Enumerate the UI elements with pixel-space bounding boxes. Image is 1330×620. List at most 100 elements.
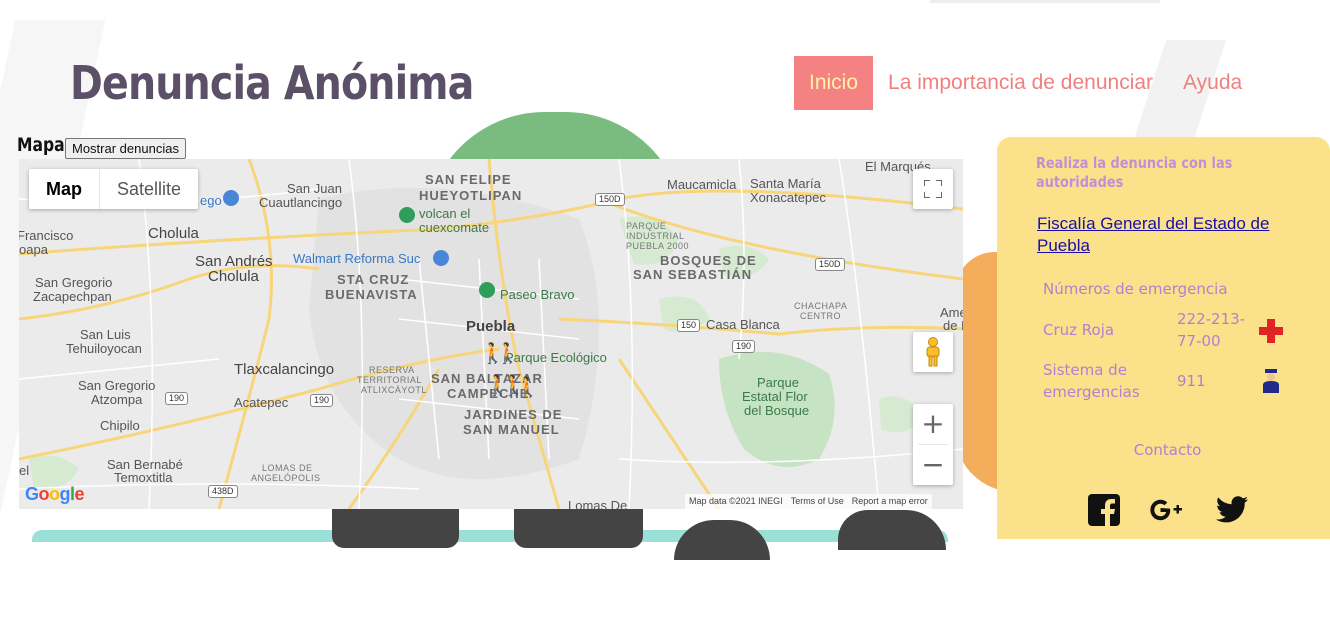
report-marker-icon[interactable]: 🚶 <box>515 377 540 397</box>
emergency-numbers-title: Números de emergencia <box>1043 280 1228 298</box>
map-label: Casa Blanca <box>706 317 780 332</box>
nav-inicio[interactable]: Inicio <box>794 56 874 110</box>
map-label: del Bosque <box>744 403 810 418</box>
road-shield: 190 <box>732 340 756 353</box>
map-label: San Gregorio <box>78 378 156 393</box>
map-label: Maucamicla <box>667 177 737 192</box>
map-label: Atzompa <box>91 392 143 407</box>
map-label: San Andrés <box>195 253 273 270</box>
map-label: PUEBLA 2000 <box>626 241 690 251</box>
map-label: ego <box>200 193 222 208</box>
main-nav: Inicio La importancia de denunciar Ayuda <box>794 56 1257 110</box>
map-label: CENTRO <box>800 311 841 321</box>
zoom-out-button[interactable]: − <box>913 445 953 485</box>
map-label: San Luis <box>80 327 131 342</box>
fullscreen-icon <box>924 180 942 198</box>
road-shield: 190 <box>165 392 189 405</box>
fullscreen-button[interactable] <box>913 169 953 209</box>
map-label: Francisco <box>19 228 74 243</box>
map-label: Tlaxcalancingo <box>234 361 335 378</box>
facebook-link[interactable] <box>1087 493 1121 527</box>
street-view-button[interactable] <box>913 332 953 372</box>
road-shield: 150 <box>677 319 701 332</box>
map-label: Puebla <box>466 318 516 335</box>
map-label: cuexcomate <box>419 220 490 235</box>
pegman-icon <box>926 337 940 367</box>
decorative-dark-shape <box>838 510 946 550</box>
decorative-dark-shape <box>332 508 459 548</box>
map-label: Estatal Flor <box>742 389 808 404</box>
map-type-satellite-button[interactable]: Satellite <box>100 169 198 209</box>
map-label: Cholula <box>208 268 259 285</box>
terms-link[interactable]: Terms of Use <box>787 494 848 509</box>
map-label: STA CRUZ <box>337 272 410 287</box>
emergency-number: 911 <box>1177 372 1206 390</box>
map-label: San Gregorio <box>35 275 113 290</box>
map-label: HUEYOTLIPAN <box>419 188 523 203</box>
fiscalia-link[interactable]: Fiscalía General del Estado de Puebla <box>1037 213 1287 257</box>
twitter-icon <box>1216 496 1248 523</box>
google-logo: Google <box>25 484 85 504</box>
report-error-link[interactable]: Report a map error <box>848 494 932 509</box>
map-label: oapa <box>19 242 48 257</box>
emergency-number: 222-213-77-00 <box>1177 310 1246 350</box>
map-label: BUENAVISTA <box>325 287 418 302</box>
authorities-panel: Realiza la denuncia con las autoridades … <box>997 137 1330 539</box>
park-pin-icon <box>479 282 495 298</box>
map[interactable]: SAN FELIPE HUEYOTLIPAN Maucamicla Santa … <box>19 159 963 509</box>
nav-importancia[interactable]: La importancia de denunciar <box>873 56 1168 110</box>
decorative-teal-strip <box>32 530 948 542</box>
park-pin-icon <box>399 207 415 223</box>
map-label: SAN SEBASTIÁN <box>633 267 753 282</box>
decorative-dark-shape <box>674 520 770 560</box>
map-label: Paseo Bravo <box>500 287 575 302</box>
facebook-icon <box>1088 494 1120 526</box>
red-cross-icon <box>1259 319 1283 343</box>
site-title: Denuncia Anónima <box>70 56 474 110</box>
map-data-text: Map data ©2021 INEGI <box>689 496 783 506</box>
road-shield: 438D <box>208 485 238 498</box>
map-label: Walmart Reforma Suc <box>293 251 421 266</box>
map-label: BOSQUES DE <box>660 253 757 268</box>
shop-pin-icon <box>223 190 239 206</box>
zoom-in-button[interactable]: + <box>913 404 953 444</box>
road-shield: 150D <box>815 258 845 271</box>
map-label: SAN FELIPE <box>425 172 512 187</box>
shop-pin-icon <box>433 250 449 266</box>
google-plus-icon <box>1150 499 1182 521</box>
zoom-control: + − <box>913 404 953 485</box>
map-attribution: Map data ©2021 INEGI Terms of Use Report… <box>685 494 932 509</box>
map-label: JARDINES DE <box>464 407 563 422</box>
map-label: Parque <box>757 375 799 390</box>
map-label: Cuautlancingo <box>259 195 343 210</box>
nav-ayuda[interactable]: Ayuda <box>1168 56 1257 110</box>
map-label: Lomas De <box>568 498 628 510</box>
map-type-control: Map Satellite <box>29 169 199 209</box>
map-label: Xonacatepec <box>750 190 826 205</box>
map-label: San Juan <box>287 181 342 196</box>
map-section-label: Mapa <box>17 134 65 156</box>
background-line <box>930 0 1160 3</box>
map-label: Zacapechpan <box>33 289 112 304</box>
twitter-link[interactable] <box>1215 493 1249 527</box>
panel-heading: Realiza la denuncia con las autoridades <box>1036 154 1233 191</box>
emergency-name: Cruz Roja <box>1043 321 1115 339</box>
map-label: Santa María <box>750 176 821 191</box>
google-plus-link[interactable] <box>1150 493 1184 527</box>
map-type-map-button[interactable]: Map <box>29 169 100 209</box>
map-label: volcan el <box>419 206 471 221</box>
map-label: Temoxtitla <box>114 470 173 485</box>
road-shield: 190 <box>310 394 334 407</box>
map-label: ANGELÓPOLIS <box>251 473 321 483</box>
map-label: el <box>19 463 30 478</box>
map-label: Parque Ecológico <box>505 350 607 365</box>
map-label: Cholula <box>148 225 199 242</box>
map-label: de M <box>943 318 963 333</box>
emergency-name: Sistema de emergencias <box>1043 361 1140 401</box>
decorative-dark-shape <box>514 508 643 548</box>
report-marker-icon[interactable]: 🚶 <box>495 343 520 363</box>
map-label: Acatepec <box>234 395 289 410</box>
police-officer-icon <box>1263 369 1279 393</box>
page: Denuncia Anónima Inicio La importancia d… <box>0 0 1330 620</box>
show-reports-button[interactable]: Mostrar denuncias <box>65 138 186 159</box>
